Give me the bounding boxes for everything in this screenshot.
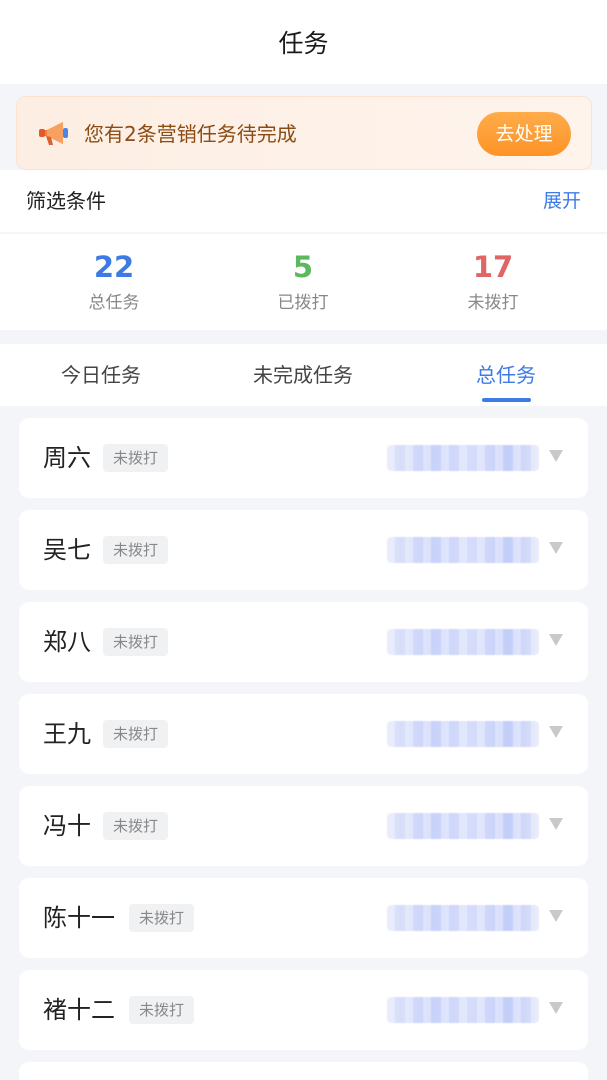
expand-filter-button[interactable]: 展开 xyxy=(543,170,581,232)
masked-phone xyxy=(387,629,539,655)
status-badge: 未拨打 xyxy=(103,444,169,472)
task-tabs: 今日任务 未完成任务 总任务 xyxy=(0,344,607,406)
stat-uncalled: 17 未拨打 xyxy=(393,248,593,313)
task-card[interactable]: 褚十二 未拨打 xyxy=(19,970,588,1050)
triangle-down-icon[interactable] xyxy=(549,1002,563,1014)
triangle-down-icon[interactable] xyxy=(549,818,563,830)
stat-total-value: 22 xyxy=(93,250,135,284)
tab-incomplete[interactable]: 未完成任务 xyxy=(232,344,374,406)
status-badge: 未拨打 xyxy=(103,812,169,840)
triangle-down-icon[interactable] xyxy=(549,910,563,922)
task-card[interactable]: 王九 未拨打 xyxy=(19,694,588,774)
task-card[interactable]: 郑八 未拨打 xyxy=(19,602,588,682)
triangle-down-icon[interactable] xyxy=(549,542,563,554)
status-badge: 未拨打 xyxy=(129,996,195,1024)
contact-name: 王九 xyxy=(43,720,91,748)
contact-name: 周六 xyxy=(43,444,91,472)
triangle-down-icon[interactable] xyxy=(549,634,563,646)
contact-name: 陈十一 xyxy=(43,904,115,932)
notice-message: 您有2条营销任务待完成 xyxy=(84,122,297,146)
contact-name: 吴七 xyxy=(43,536,91,564)
triangle-down-icon[interactable] xyxy=(549,726,563,738)
stat-uncalled-label: 未拨打 xyxy=(467,293,519,313)
task-card[interactable]: 冯十 未拨打 xyxy=(19,786,588,866)
stat-called: 5 已拨打 xyxy=(203,248,403,313)
triangle-down-icon[interactable] xyxy=(549,450,563,462)
status-badge: 未拨打 xyxy=(103,720,169,748)
masked-phone xyxy=(387,905,539,931)
page-title: 任务 xyxy=(278,29,329,58)
top-bar: 任务 xyxy=(0,0,607,84)
process-button[interactable]: 去处理 xyxy=(477,112,571,156)
stat-called-value: 5 xyxy=(292,250,314,284)
marketing-task-notice: 您有2条营销任务待完成 去处理 xyxy=(16,96,592,170)
stat-uncalled-value: 17 xyxy=(472,250,514,284)
filter-label: 筛选条件 xyxy=(26,189,106,213)
status-badge: 未拨打 xyxy=(103,628,169,656)
masked-phone xyxy=(387,537,539,563)
masked-phone xyxy=(387,721,539,747)
tab-all[interactable]: 总任务 xyxy=(440,344,572,406)
masked-phone xyxy=(387,997,539,1023)
masked-phone xyxy=(387,813,539,839)
megaphone-icon xyxy=(39,122,68,145)
stat-called-label: 已拨打 xyxy=(277,293,329,313)
contact-name: 冯十 xyxy=(43,812,91,840)
task-card[interactable]: 陈十一 未拨打 xyxy=(19,878,588,958)
tab-today[interactable]: 今日任务 xyxy=(30,344,172,406)
contact-name: 郑八 xyxy=(43,628,91,656)
stat-total-label: 总任务 xyxy=(88,293,140,313)
task-card[interactable]: 吴七 未拨打 xyxy=(19,510,588,590)
filter-bar: 筛选条件 展开 xyxy=(0,170,607,232)
stat-total: 22 总任务 xyxy=(14,248,214,313)
status-badge: 未拨打 xyxy=(129,904,195,932)
stats-panel: 22 总任务 5 已拨打 17 未拨打 xyxy=(0,234,607,330)
active-tab-indicator xyxy=(482,398,531,402)
task-card-partial[interactable] xyxy=(19,1062,588,1080)
contact-name: 褚十二 xyxy=(43,996,115,1024)
task-card[interactable]: 周六 未拨打 xyxy=(19,418,588,498)
masked-phone xyxy=(387,445,539,471)
status-badge: 未拨打 xyxy=(103,536,169,564)
